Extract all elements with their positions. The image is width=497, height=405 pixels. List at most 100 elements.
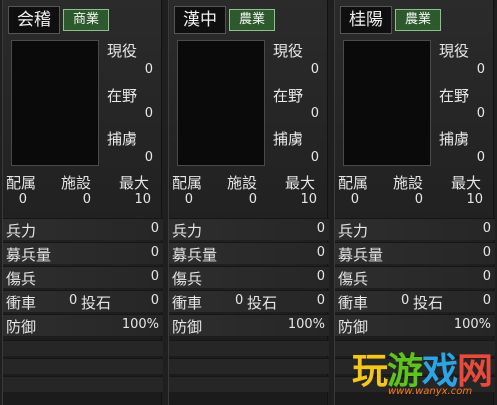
wounded-value: 0 <box>150 269 159 284</box>
troops-value: 0 <box>316 221 325 236</box>
empty-row <box>3 358 163 374</box>
recruits-label: 募兵量 <box>6 246 52 264</box>
facilities-label: 施設 <box>393 174 424 192</box>
assigned-value: 0 <box>18 192 27 207</box>
active-label: 現役 <box>273 42 304 60</box>
wounded-label: 傷兵 <box>172 270 203 288</box>
officer-portrait[interactable] <box>343 40 431 166</box>
assigned-label: 配属 <box>172 174 203 192</box>
unaffiliated-label: 在野 <box>273 87 304 105</box>
city-panel-kaiji[interactable]: 会稽 商業 現役 0 在野 0 捕虜 0 配属 施設 最大 0 0 10 兵力 … <box>2 0 163 405</box>
empty-row <box>3 340 163 356</box>
catapult-label: 投石 <box>247 294 278 312</box>
assigned-label: 配属 <box>6 174 37 192</box>
ram-value: 0 <box>401 293 410 308</box>
wounded-value: 0 <box>482 269 491 284</box>
max-label: 最大 <box>285 174 316 192</box>
captive-value: 0 <box>144 150 153 165</box>
captive-value: 0 <box>476 150 485 165</box>
defense-row: 防御 100% <box>335 314 495 336</box>
unaffiliated-label: 在野 <box>107 87 138 105</box>
city-header: 漢中 農業 <box>174 6 324 34</box>
defense-value: 100% <box>287 317 325 332</box>
facilities-label: 施設 <box>61 174 92 192</box>
max-label: 最大 <box>451 174 482 192</box>
ram-value: 0 <box>235 293 244 308</box>
active-label: 現役 <box>107 42 138 60</box>
troops-row: 兵力 0 <box>169 218 329 240</box>
recruits-value: 0 <box>482 245 491 260</box>
unaffiliated-value: 0 <box>310 106 319 121</box>
defense-value: 100% <box>453 317 491 332</box>
city-name: 会稽 <box>8 6 60 34</box>
unaffiliated-label: 在野 <box>439 87 470 105</box>
empty-row <box>169 358 329 374</box>
industry-badge: 農業 <box>395 9 441 31</box>
wounded-row: 傷兵 0 <box>169 266 329 288</box>
defense-row: 防御 100% <box>3 314 163 336</box>
captive-label: 捕虜 <box>107 130 138 148</box>
defense-label: 防御 <box>6 318 37 336</box>
siege-row: 衝車 0 投石 0 <box>169 290 329 312</box>
assigned-label: 配属 <box>338 174 369 192</box>
defense-row: 防御 100% <box>169 314 329 336</box>
facilities-value: 0 <box>82 192 91 207</box>
wounded-row: 傷兵 0 <box>335 266 495 288</box>
wounded-row: 傷兵 0 <box>3 266 163 288</box>
wounded-label: 傷兵 <box>6 270 37 288</box>
assignment-summary: 配属 施設 最大 0 0 10 <box>3 172 163 212</box>
empty-row <box>169 376 329 392</box>
industry-badge: 農業 <box>229 9 275 31</box>
recruits-value: 0 <box>316 245 325 260</box>
troops-label: 兵力 <box>6 222 37 240</box>
empty-row <box>169 340 329 356</box>
recruits-row: 募兵量 0 <box>3 242 163 264</box>
site-watermark: 玩游戏网 www.wanyx.com <box>352 340 497 405</box>
officer-portrait[interactable] <box>11 40 99 166</box>
assignment-summary: 配属 施設 最大 0 0 10 <box>335 172 495 212</box>
city-name: 漢中 <box>174 6 226 34</box>
troops-value: 0 <box>150 221 159 236</box>
catapult-value: 0 <box>482 293 491 308</box>
troops-value: 0 <box>482 221 491 236</box>
active-value: 0 <box>144 62 153 77</box>
max-value: 10 <box>134 192 151 207</box>
watermark-char: 玩 <box>352 351 388 392</box>
recruits-label: 募兵量 <box>338 246 384 264</box>
assigned-value: 0 <box>184 192 193 207</box>
catapult-label: 投石 <box>81 294 112 312</box>
unaffiliated-value: 0 <box>476 106 485 121</box>
facilities-label: 施設 <box>227 174 258 192</box>
recruits-label: 募兵量 <box>172 246 218 264</box>
recruits-value: 0 <box>150 245 159 260</box>
catapult-label: 投石 <box>413 294 444 312</box>
troops-row: 兵力 0 <box>3 218 163 240</box>
assignment-summary: 配属 施設 最大 0 0 10 <box>169 172 329 212</box>
active-label: 現役 <box>439 42 470 60</box>
max-label: 最大 <box>119 174 150 192</box>
ram-label: 衝車 <box>6 294 37 312</box>
wounded-label: 傷兵 <box>338 270 369 288</box>
assigned-value: 0 <box>350 192 359 207</box>
max-value: 10 <box>300 192 317 207</box>
siege-row: 衝車 0 投石 0 <box>3 290 163 312</box>
captive-label: 捕虜 <box>273 130 304 148</box>
active-value: 0 <box>310 62 319 77</box>
captive-value: 0 <box>310 150 319 165</box>
officer-portrait[interactable] <box>177 40 265 166</box>
defense-label: 防御 <box>172 318 203 336</box>
captive-label: 捕虜 <box>439 130 470 148</box>
empty-row <box>3 376 163 392</box>
facilities-value: 0 <box>248 192 257 207</box>
city-panel-hanzhong[interactable]: 漢中 農業 現役 0 在野 0 捕虜 0 配属 施設 最大 0 0 10 兵力 … <box>168 0 329 405</box>
active-value: 0 <box>476 62 485 77</box>
troops-label: 兵力 <box>338 222 369 240</box>
recruits-row: 募兵量 0 <box>335 242 495 264</box>
catapult-value: 0 <box>150 293 159 308</box>
max-value: 10 <box>466 192 483 207</box>
catapult-value: 0 <box>316 293 325 308</box>
ram-value: 0 <box>69 293 78 308</box>
city-name: 桂陽 <box>340 6 392 34</box>
defense-label: 防御 <box>338 318 369 336</box>
facilities-value: 0 <box>414 192 423 207</box>
